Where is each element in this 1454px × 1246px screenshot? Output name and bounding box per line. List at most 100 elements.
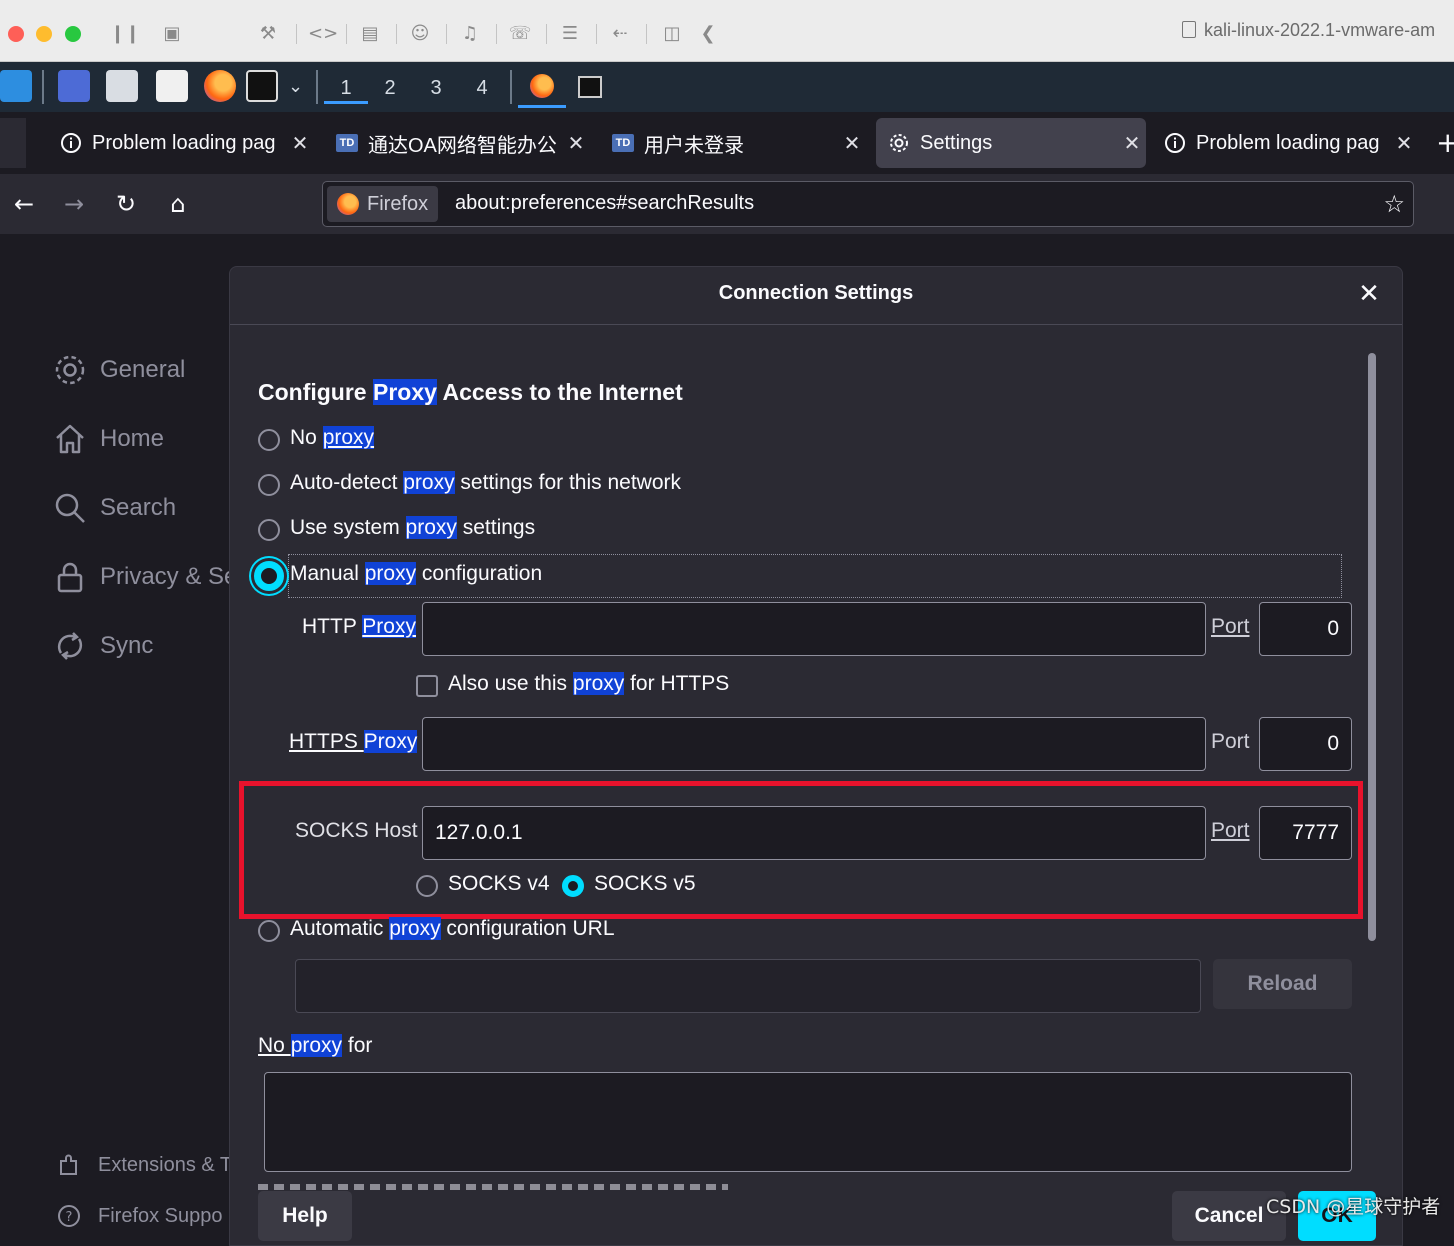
scrollbar[interactable] [1368,353,1376,941]
home-icon[interactable]: ⌂ [162,188,194,220]
auto-detect-label[interactable]: Auto-detect proxy settings for this netw… [290,471,681,495]
option-text: Automatic [290,917,390,940]
identity-label: Firefox [367,192,429,215]
share-icon[interactable]: ⇠ [608,22,632,46]
phone-icon[interactable]: ☏ [508,22,532,46]
list-icon[interactable]: ☰ [558,22,582,46]
label-text: HTTP [302,615,363,638]
kali-menu-icon[interactable] [0,70,32,102]
code-icon[interactable]: <> [308,22,338,46]
sidebar-item-extensions[interactable]: Extensions & T [56,1152,232,1178]
sidebar-item-general[interactable]: General [52,352,185,388]
tab-problem-loading-1[interactable]: Problem loading pag ✕ [48,118,314,168]
vm-window-toolbar: ❙❙ ▣ ⚒ <> ▤ ☺ ♫ ☏ ☰ ⇠ ◫ ❮ kali-linux-202… [0,0,1454,62]
also-https-checkbox[interactable] [416,675,438,697]
workspace-2[interactable]: 2 [368,72,412,104]
navigation-toolbar: ← → ↻ ⌂ Firefox about:preferences#search… [0,174,1454,234]
option-text: configuration [416,562,543,585]
taskbar-firefox-window[interactable] [518,66,566,108]
back-icon[interactable]: ← [8,188,40,220]
forward-icon[interactable]: → [58,188,90,220]
search-highlight: proxy [572,672,625,695]
drive-icon[interactable]: ▤ [358,22,382,46]
zoom-window-button[interactable] [65,26,81,42]
close-icon[interactable]: ✕ [286,131,314,156]
workspace-3[interactable]: 3 [414,72,458,104]
http-proxy-input[interactable] [422,602,1206,656]
tab-user-not-logged-in[interactable]: TD 用户未登录 ✕ [600,118,866,168]
tab-label: Problem loading pag [1196,131,1380,154]
https-port-label: Port [1211,730,1250,753]
folder-icon[interactable]: ◫ [660,22,684,46]
wrench-icon[interactable]: ⚒ [256,22,280,46]
dialog-title: Connection Settings [718,282,914,304]
snapshot-icon[interactable]: ▣ [160,22,184,46]
close-icon[interactable]: ✕ [1390,131,1418,156]
tab-bar: Problem loading pag ✕ TD 通达OA网络智能办公 ✕ TD… [0,112,1454,174]
gear-icon [888,132,910,154]
chevron-left-icon[interactable]: ❮ [696,22,720,46]
close-icon[interactable]: ✕ [1118,131,1146,156]
minimize-window-button[interactable] [36,26,52,42]
reload-icon[interactable]: ↻ [110,188,142,220]
sidebar-item-support[interactable]: ? Firefox Suppo [56,1203,223,1229]
tab-problem-loading-2[interactable]: Problem loading pag ✕ [1152,118,1418,168]
sidebar-item-search[interactable]: Search [52,490,176,526]
sidebar-item-label: General [100,356,186,383]
search-highlight: proxy [322,426,375,449]
workspace-1[interactable]: 1 [324,72,368,104]
desktop-icon[interactable] [58,70,90,102]
new-tab-icon[interactable]: + [1436,126,1454,160]
auto-detect-radio[interactable] [258,474,280,496]
user-icon[interactable]: ☺ [408,22,432,46]
sidebar-item-sync[interactable]: Sync [52,628,153,664]
workspace-4[interactable]: 4 [460,72,504,104]
taskbar-terminal-window[interactable] [578,76,602,98]
vm-window-title-text: kali-linux-2022.1-vmware-am [1204,20,1436,40]
no-proxy-label[interactable]: No proxy [290,426,375,450]
https-port-input[interactable]: 0 [1259,717,1352,771]
no-proxy-radio[interactable] [258,429,280,451]
url-bar[interactable]: Firefox about:preferences#searchResults … [322,181,1414,227]
no-proxy-for-textarea[interactable] [264,1072,1352,1172]
auto-config-url-radio[interactable] [258,920,280,942]
chevron-down-icon[interactable]: ⌄ [288,76,303,97]
https-proxy-input[interactable] [422,717,1206,771]
manual-proxy-label[interactable]: Manual proxy configuration [290,562,542,586]
pause-icon[interactable]: ❙❙ [110,22,140,46]
tab-label: 用户未登录 [644,134,744,157]
close-icon[interactable]: ✕ [838,131,866,156]
info-icon [1164,132,1186,154]
sidebar-item-privacy[interactable]: Privacy & Se [52,559,237,595]
close-icon[interactable]: ✕ [1354,279,1384,309]
text-editor-icon[interactable] [156,70,188,102]
tab-settings[interactable]: Settings ✕ [876,118,1146,168]
help-button[interactable]: Help [258,1191,352,1241]
also-https-label[interactable]: Also use this proxy for HTTPS [448,672,729,696]
search-highlight: proxy [405,516,457,539]
manual-proxy-radio[interactable] [254,561,284,591]
file-manager-icon[interactable] [106,70,138,102]
sound-icon[interactable]: ♫ [458,22,482,46]
option-text: Auto-detect [290,471,404,494]
bookmark-star-icon[interactable]: ☆ [1383,190,1405,218]
option-text: configuration URL [440,917,615,940]
system-proxy-radio[interactable] [258,519,280,541]
document-icon [1182,21,1196,38]
firefox-launcher-icon[interactable] [204,70,236,102]
http-port-input[interactable]: 0 [1259,602,1352,656]
system-proxy-label[interactable]: Use system proxy settings [290,516,535,540]
identity-box[interactable]: Firefox [327,186,439,222]
terminal-launcher-icon[interactable] [246,70,278,102]
sidebar-item-home[interactable]: Home [52,421,164,457]
url-text[interactable]: about:preferences#searchResults [455,192,754,215]
tab-label: Problem loading pag [92,131,276,154]
auto-config-url-input[interactable] [295,959,1201,1013]
tab-tongda-oa[interactable]: TD 通达OA网络智能办公 ✕ [324,118,590,168]
close-icon[interactable]: ✕ [562,131,590,156]
search-highlight: Proxy [363,730,418,753]
close-window-button[interactable] [8,26,24,42]
kali-panel: ⌄ 1 2 3 4 [0,62,1454,112]
reload-button[interactable]: Reload [1213,959,1352,1009]
auto-config-url-label[interactable]: Automatic proxy configuration URL [290,917,615,941]
